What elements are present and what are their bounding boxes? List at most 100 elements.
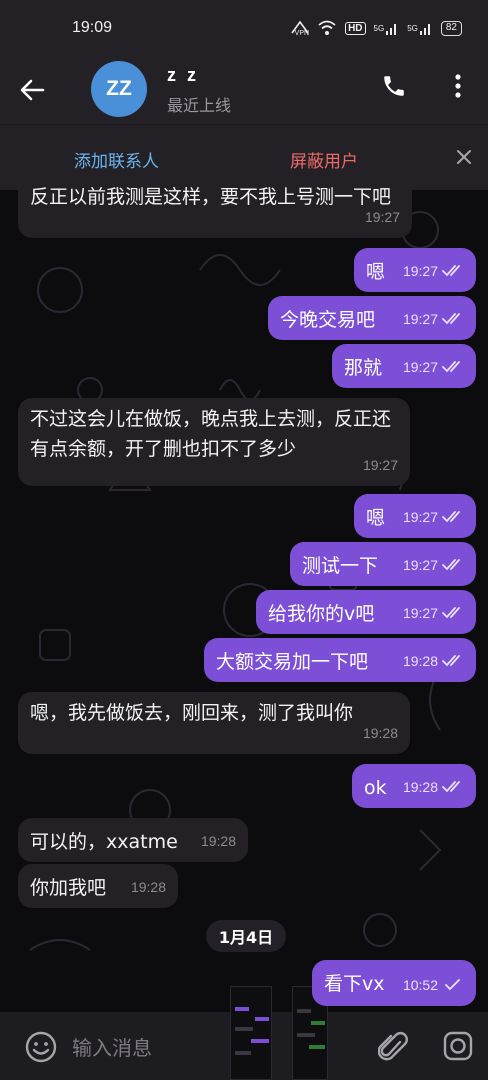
signal-vpn-icon: VPN — [291, 20, 309, 37]
message-time: 19:27 — [402, 605, 438, 621]
hd-label: HD — [345, 21, 366, 35]
message-time: 19:27 — [402, 359, 438, 375]
emoji-button[interactable] — [24, 1030, 58, 1064]
paperclip-icon — [377, 1032, 408, 1061]
double-check-icon — [442, 361, 460, 373]
message-time: 19:27 — [364, 209, 400, 225]
message-time: 19:27 — [402, 509, 438, 525]
outgoing-message[interactable]: 今晚交易吧 19:27 — [268, 296, 476, 340]
status-icons: VPN HD 5G 5G 82 — [291, 20, 462, 37]
battery-indicator: 82 — [440, 20, 462, 36]
double-check-icon — [442, 607, 460, 619]
message-text: 今晚交易吧 — [280, 309, 376, 331]
date-separator: 1月4日 — [206, 920, 286, 952]
more-vertical-icon — [455, 74, 461, 98]
message-meta: 19:28 — [403, 772, 464, 802]
outgoing-message[interactable]: ok 19:28 — [352, 764, 476, 808]
wifi-icon — [317, 20, 337, 36]
message-text: 可以的，xxatme — [30, 831, 178, 853]
incoming-message[interactable]: 不过这会儿在做饭，晚点我上去测，反正还有点余额，开了删也扣不了多少 19:27 — [18, 398, 410, 486]
double-check-icon — [442, 559, 460, 571]
check-icon — [445, 979, 460, 991]
message-text: 看下vx — [324, 973, 385, 995]
call-button[interactable] — [378, 70, 410, 102]
outgoing-message[interactable]: 嗯 19:27 — [354, 248, 476, 292]
outgoing-message[interactable]: 给我你的v吧 19:27 — [256, 590, 476, 634]
net2-label: 5G — [407, 23, 418, 33]
outgoing-message[interactable]: 大额交易加一下吧 19:28 — [204, 638, 476, 682]
message-text: 嗯 — [366, 507, 386, 529]
message-meta: 19:28 — [363, 718, 398, 748]
message-text: 你加我吧 — [30, 877, 107, 899]
smiley-icon — [25, 1031, 57, 1063]
message-input-bar: 输入消息 — [0, 986, 488, 1080]
signal-1-icon: 5G — [374, 21, 400, 35]
message-meta: 19:28 — [403, 646, 464, 676]
double-check-icon — [442, 313, 460, 325]
message-time: 19:28 — [362, 725, 398, 741]
double-check-icon — [442, 265, 460, 277]
message-input[interactable]: 输入消息 — [72, 1032, 152, 1061]
outgoing-message[interactable]: 测试一下 19:27 — [290, 542, 476, 586]
double-check-icon — [442, 655, 460, 667]
message-text: ok — [364, 777, 387, 799]
message-time: 19:27 — [402, 263, 438, 279]
message-time: 19:28 — [200, 833, 236, 849]
camera-button[interactable] — [442, 1030, 474, 1062]
message-time: 19:27 — [402, 311, 438, 327]
outgoing-message[interactable]: 看下vx 10:52 — [312, 960, 476, 1006]
incoming-message[interactable]: 反正以前我测是这样，要不我上号测一下吧 19:27 — [18, 176, 412, 238]
message-time: 19:28 — [402, 779, 438, 795]
double-check-icon — [442, 781, 460, 793]
double-check-icon — [442, 511, 460, 523]
message-meta: 19:27 — [403, 550, 464, 580]
incoming-message[interactable]: 嗯，我先做饭去，刚回来，测了我叫你 19:28 — [18, 692, 410, 754]
signal-2-icon: 5G — [407, 21, 433, 35]
back-arrow-icon — [20, 79, 45, 101]
message-meta: 19:27 — [403, 304, 464, 334]
vpn-label: VPN — [294, 29, 310, 37]
back-button[interactable] — [10, 60, 54, 120]
incoming-message[interactable]: 可以的，xxatme 19:28 — [18, 818, 248, 862]
block-user-button[interactable]: 屏蔽用户 — [290, 147, 358, 172]
message-text: 嗯，我先做饭去，刚回来，测了我叫你 — [30, 702, 354, 724]
message-meta: 10:52 — [403, 970, 464, 1000]
message-time: 19:28 — [130, 879, 166, 895]
status-bar: 19:09 VPN HD 5G 5G 82 — [0, 0, 488, 56]
more-options-button[interactable] — [444, 70, 472, 102]
close-icon — [457, 150, 471, 164]
chat-header: ZZ z z 最近上线 — [0, 56, 488, 124]
message-text: 不过这会儿在做饭，晚点我上去测，反正还有点余额，开了删也扣不了多少 — [30, 408, 392, 460]
message-time: 19:27 — [362, 457, 398, 473]
message-meta: 19:27 — [403, 352, 464, 382]
message-meta: 19:28 — [131, 872, 166, 902]
message-meta: 19:28 — [201, 826, 236, 856]
message-meta: 19:27 — [403, 502, 464, 532]
message-time: 19:28 — [402, 653, 438, 669]
add-contact-button[interactable]: 添加联系人 — [74, 147, 159, 172]
last-seen-status: 最近上线 — [167, 95, 232, 115]
message-text: 反正以前我测是这样，要不我上号测一下吧 — [30, 186, 392, 208]
message-meta: 19:27 — [363, 450, 398, 480]
message-time: 10:52 — [402, 977, 438, 993]
avatar[interactable]: ZZ — [91, 61, 147, 117]
incoming-message[interactable]: 你加我吧 19:28 — [18, 864, 178, 908]
message-meta: 19:27 — [365, 202, 400, 232]
message-meta: 19:27 — [403, 598, 464, 628]
contact-title-block[interactable]: z z 最近上线 — [167, 65, 231, 116]
screenshot-thumbnail — [230, 986, 272, 1080]
status-time: 19:09 — [72, 19, 113, 36]
message-text: 嗯 — [366, 261, 386, 283]
outgoing-message[interactable]: 那就 19:27 — [332, 344, 476, 388]
contact-name: z z — [167, 64, 200, 85]
message-text: 测试一下 — [302, 555, 379, 577]
camera-icon — [443, 1031, 473, 1061]
phone-icon — [384, 76, 404, 96]
close-action-bar-button[interactable] — [452, 145, 476, 169]
outgoing-message[interactable]: 嗯 19:27 — [354, 494, 476, 538]
attach-button[interactable] — [377, 1030, 408, 1064]
message-time: 19:27 — [402, 557, 438, 573]
message-meta: 19:27 — [403, 256, 464, 286]
message-text: 大额交易加一下吧 — [216, 651, 369, 673]
net1-label: 5G — [373, 23, 385, 33]
